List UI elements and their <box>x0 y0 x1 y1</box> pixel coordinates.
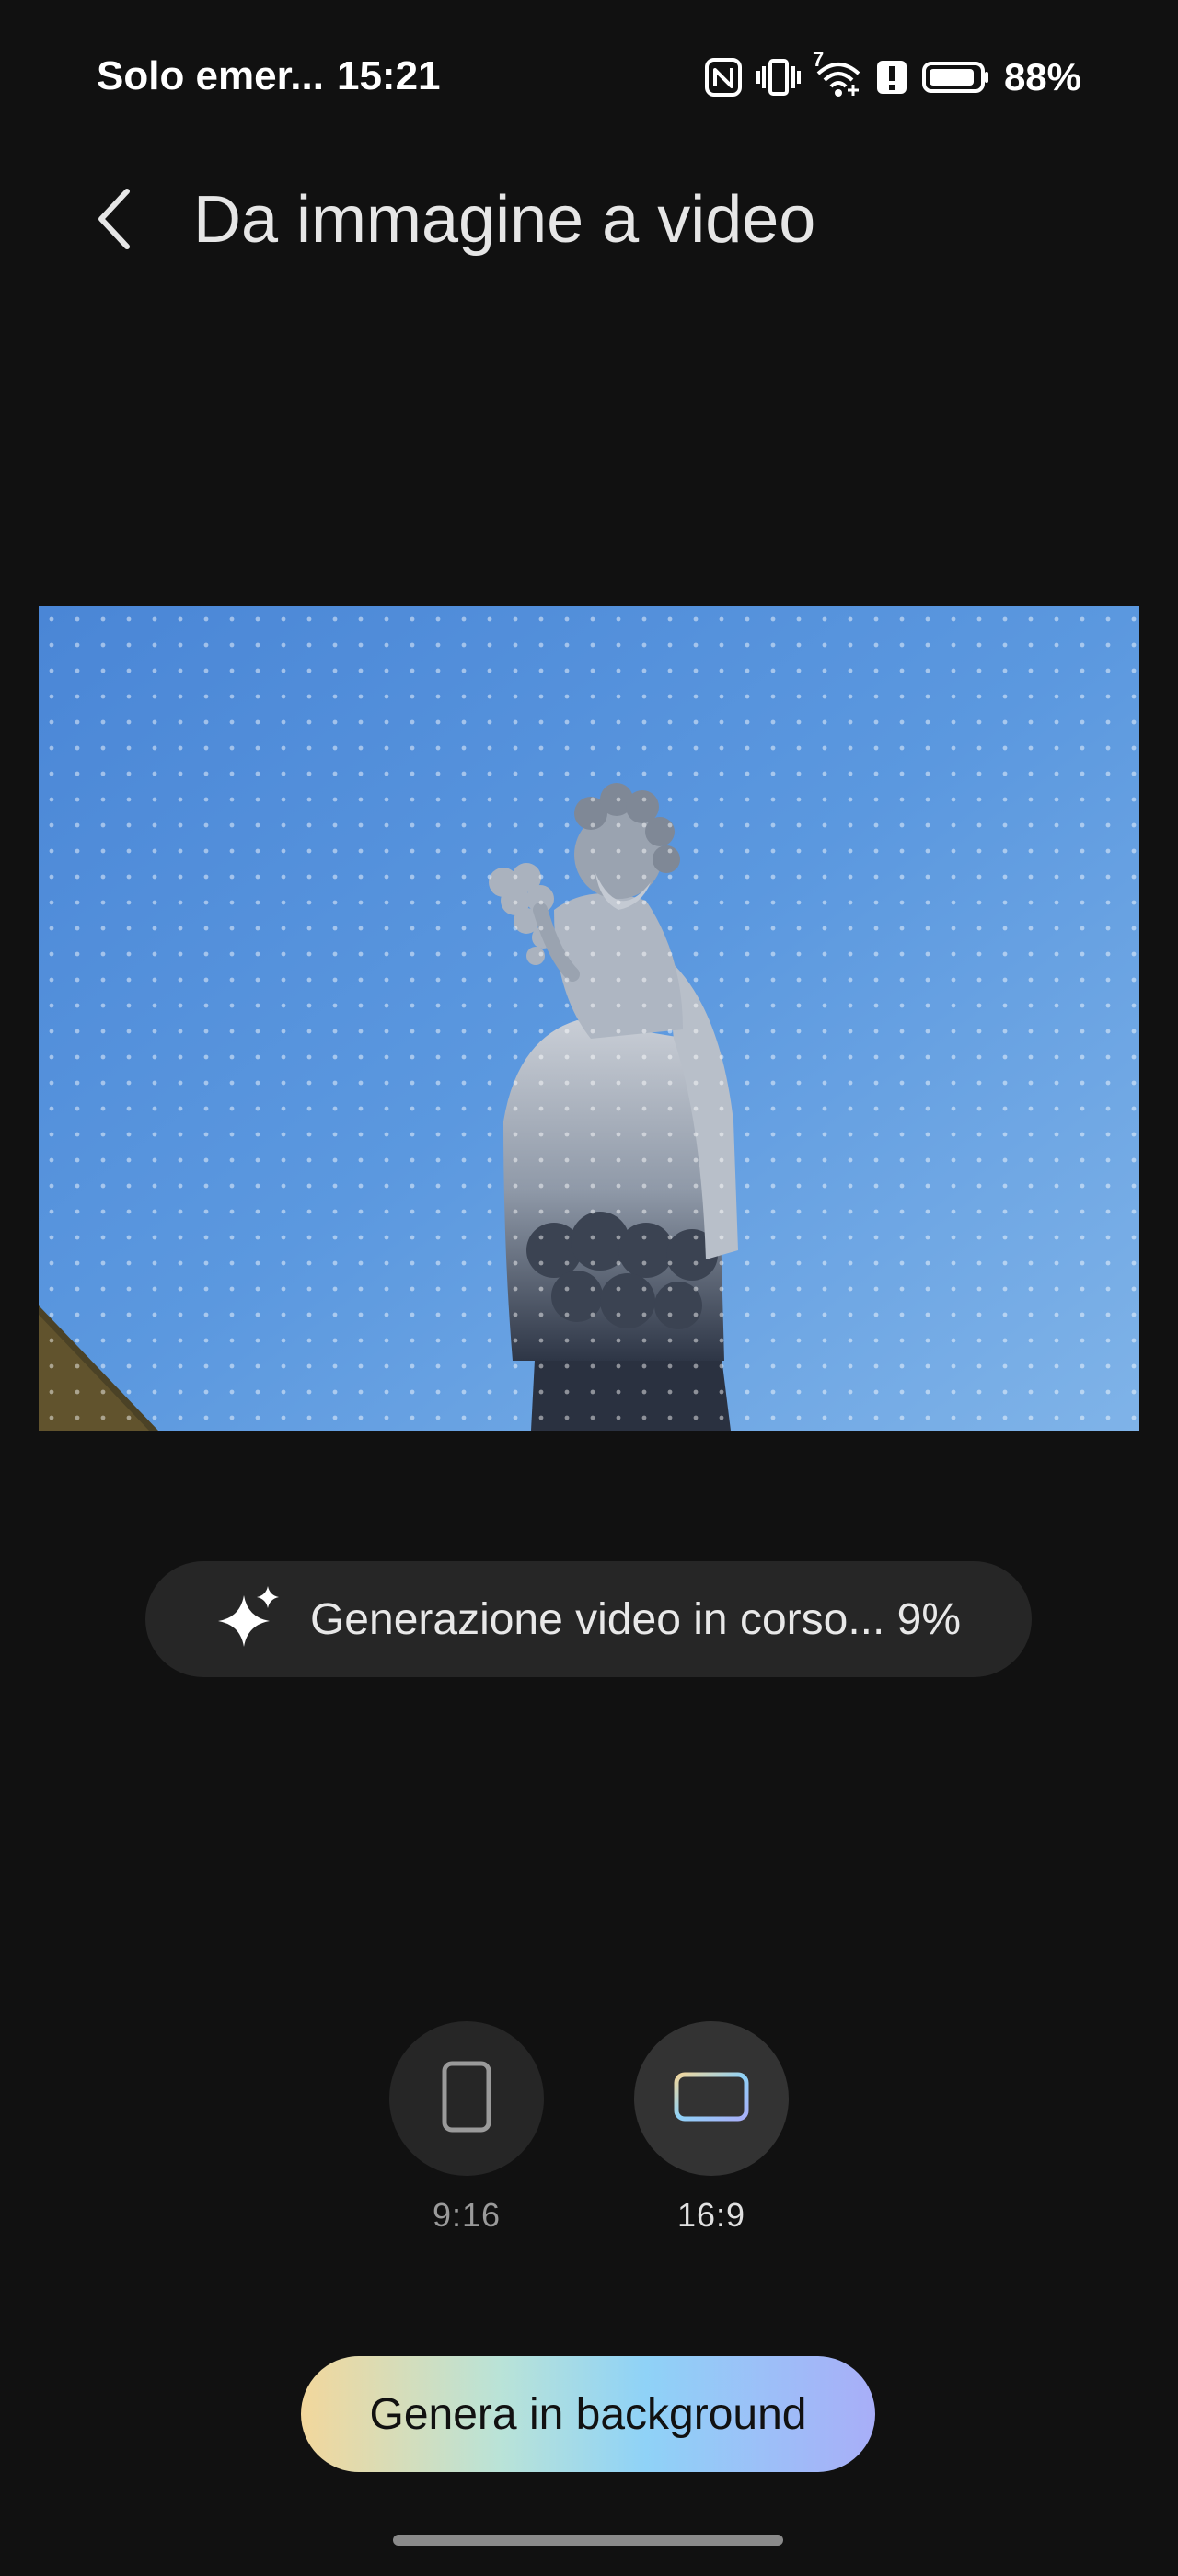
generation-progress: Generazione video in corso... 9% <box>145 1561 1032 1677</box>
wifi-icon: 7 <box>813 48 862 98</box>
network-superscript: 7 <box>812 48 825 71</box>
back-button[interactable] <box>85 184 144 258</box>
chevron-left-icon <box>96 188 133 255</box>
header: Da immagine a video <box>0 166 1178 276</box>
ratio-label: 9:16 <box>432 2196 502 2234</box>
battery-percent: 88% <box>1003 55 1081 98</box>
alert-icon <box>875 57 908 98</box>
sparkle-icon <box>216 1584 286 1655</box>
status-bar: Solo emer... 15:21 7 88% <box>0 0 1178 156</box>
ratio-circle <box>634 2021 789 2176</box>
vibrate-icon <box>756 57 802 98</box>
ratio-label: 16:9 <box>676 2196 746 2234</box>
clock: 15:21 <box>336 53 441 98</box>
progress-text: Generazione video in corso... 9% <box>309 1594 962 1644</box>
status-left: Solo emer... 15:21 <box>97 53 454 99</box>
ratio-circle <box>389 2021 544 2176</box>
carrier-label: Solo emer... <box>97 53 324 98</box>
page-title: Da immagine a video <box>193 183 816 257</box>
status-right: 7 88% <box>704 48 1081 101</box>
battery-icon <box>921 57 991 98</box>
home-indicator[interactable] <box>393 2535 783 2546</box>
ratio-option-9-16[interactable]: 9:16 <box>389 2021 544 2235</box>
ratio-option-16-9[interactable]: 16:9 <box>634 2021 789 2235</box>
generate-in-background-button[interactable]: Genera in background <box>301 2356 875 2472</box>
generate-button-label: Genera in background <box>369 2389 807 2439</box>
image-preview <box>39 606 1139 1431</box>
landscape-frame-icon <box>673 2071 750 2127</box>
portrait-frame-icon <box>441 2060 492 2138</box>
nfc-icon <box>704 57 743 98</box>
